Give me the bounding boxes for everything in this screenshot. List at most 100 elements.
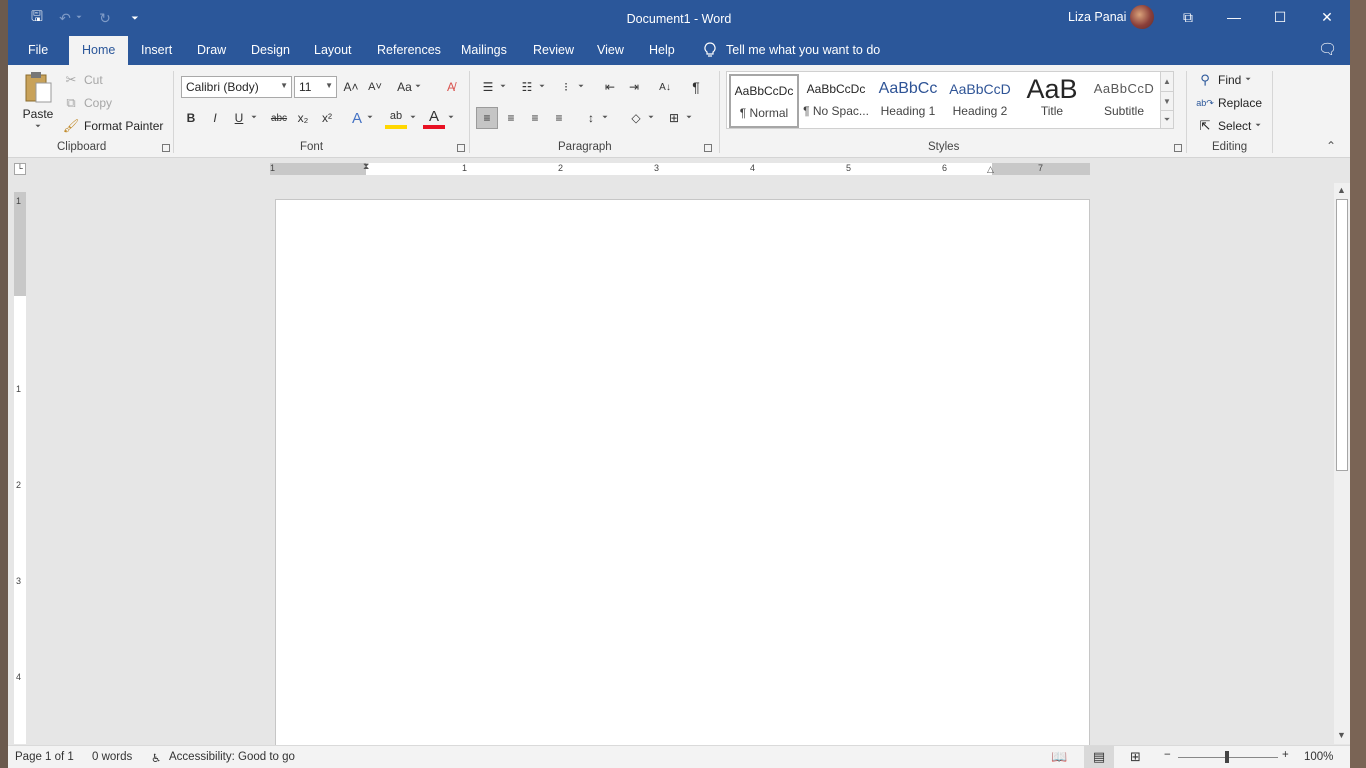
tab-view[interactable]: View	[597, 43, 624, 57]
borders-icon[interactable]: ⊞	[663, 107, 685, 129]
tab-home[interactable]: Home	[69, 36, 129, 65]
bullets-dropdown-icon[interactable]: ⏷	[497, 76, 509, 98]
strikethrough-icon[interactable]: abc	[268, 107, 290, 129]
tab-layout[interactable]: Layout	[314, 43, 352, 57]
style-subtitle[interactable]: AaBbCcD Subtitle	[1089, 74, 1159, 128]
select-button[interactable]: ⇱ Select ⏷	[1196, 117, 1261, 135]
borders-dropdown-icon[interactable]: ⏷	[683, 107, 695, 129]
gallery-down-icon[interactable]: ▼	[1161, 91, 1173, 110]
text-effects-dropdown-icon[interactable]: ⏷	[364, 107, 376, 129]
numbering-icon[interactable]: ☷	[516, 76, 538, 98]
justify-icon[interactable]: ≡	[548, 107, 570, 129]
tab-insert[interactable]: Insert	[141, 43, 172, 57]
font-size-combo[interactable]: 11 ▼	[294, 76, 337, 98]
copy-button[interactable]: ⧉ Copy	[62, 94, 112, 112]
decrease-indent-icon[interactable]: ⇤	[599, 76, 621, 98]
accessibility-status[interactable]: Accessibility: Good to go	[169, 751, 295, 763]
gallery-more-icon[interactable]: ⏷	[1161, 110, 1173, 128]
print-layout-icon[interactable]: ▤	[1084, 746, 1114, 768]
vertical-scrollbar[interactable]: ▲ ▼	[1334, 183, 1350, 744]
style-normal[interactable]: AaBbCcDc ¶ Normal	[729, 74, 799, 128]
ribbon-display-options-icon[interactable]: ⧉	[1165, 0, 1211, 34]
underline-dropdown-icon[interactable]: ⏷	[248, 107, 260, 129]
zoom-level[interactable]: 100%	[1304, 751, 1333, 763]
change-case-icon[interactable]: Aa ⏷	[394, 76, 424, 98]
italic-icon[interactable]: I	[204, 107, 226, 129]
first-line-indent-marker[interactable]: ⧗	[363, 161, 369, 172]
format-painter-button[interactable]: 🖌 Format Painter	[62, 117, 164, 135]
avatar[interactable]	[1130, 5, 1154, 29]
style-heading-2[interactable]: AaBbCcD Heading 2	[945, 74, 1015, 128]
clipboard-launcher-icon[interactable]	[162, 144, 170, 152]
font-launcher-icon[interactable]	[457, 144, 465, 152]
show-formatting-marks-icon[interactable]: ¶	[685, 76, 707, 98]
sort-icon[interactable]: A↓	[654, 76, 676, 98]
tab-draw[interactable]: Draw	[197, 43, 226, 57]
minimize-icon[interactable]: —	[1211, 0, 1257, 34]
right-indent-marker[interactable]: △	[987, 164, 994, 175]
font-name-combo[interactable]: Calibri (Body) ▼	[181, 76, 292, 98]
shading-icon[interactable]: ◇	[625, 107, 647, 129]
tab-review[interactable]: Review	[533, 43, 574, 57]
horizontal-ruler[interactable]: 1 1 2 3 4 5 6 7 ⧗ △	[270, 161, 1090, 175]
ruler-number: 1	[270, 163, 276, 173]
increase-indent-icon[interactable]: ⇥	[623, 76, 645, 98]
underline-icon[interactable]: U	[228, 107, 250, 129]
style-no-spacing[interactable]: AaBbCcDc ¶ No Spac...	[801, 74, 871, 128]
scroll-up-icon[interactable]: ▲	[1337, 185, 1346, 195]
tab-file[interactable]: File	[28, 43, 48, 57]
accessibility-icon[interactable]: ♿	[151, 751, 161, 765]
read-mode-icon[interactable]: 📖	[1051, 749, 1067, 765]
word-count[interactable]: 0 words	[92, 751, 132, 763]
zoom-out-icon[interactable]: −	[1164, 749, 1171, 761]
multilevel-list-icon[interactable]: ⁝	[555, 76, 577, 98]
font-color-icon[interactable]: A	[423, 107, 445, 129]
scrollbar-thumb[interactable]	[1336, 199, 1348, 471]
document-page[interactable]	[275, 199, 1090, 759]
shading-dropdown-icon[interactable]: ⏷	[645, 107, 657, 129]
multilevel-dropdown-icon[interactable]: ⏷	[575, 76, 587, 98]
replace-button[interactable]: ab↷ Replace	[1196, 94, 1262, 112]
cut-button[interactable]: ✂ Cut	[62, 71, 103, 89]
bullets-icon[interactable]: ☰	[477, 76, 499, 98]
paste-button[interactable]: Paste ⏷	[20, 71, 56, 131]
web-layout-icon[interactable]: ⊞	[1130, 749, 1141, 765]
tab-references[interactable]: References	[377, 43, 441, 57]
tab-design[interactable]: Design	[251, 43, 290, 57]
vertical-ruler[interactable]: 1 1 2 3 4	[14, 192, 26, 744]
user-name[interactable]: Liza Panai	[1068, 10, 1126, 24]
tab-help[interactable]: Help	[649, 43, 675, 57]
subscript-icon[interactable]: x₂	[292, 107, 314, 129]
shrink-font-icon[interactable]: A˅	[364, 76, 386, 98]
tab-mailings[interactable]: Mailings	[461, 43, 507, 57]
collapse-ribbon-icon[interactable]: ⌃	[1326, 139, 1336, 153]
page-count[interactable]: Page 1 of 1	[15, 751, 74, 763]
bold-icon[interactable]: B	[180, 107, 202, 129]
font-color-dropdown-icon[interactable]: ⏷	[445, 107, 457, 129]
align-center-icon[interactable]: ≡	[500, 107, 522, 129]
clear-formatting-icon[interactable]: A̸	[440, 76, 462, 98]
line-spacing-dropdown-icon[interactable]: ⏷	[599, 107, 611, 129]
share-comments-icon[interactable]: 🗨	[1318, 40, 1337, 58]
paragraph-launcher-icon[interactable]	[704, 144, 712, 152]
styles-launcher-icon[interactable]	[1174, 144, 1182, 152]
find-button[interactable]: ⚲ Find ⏷	[1196, 71, 1251, 89]
gallery-up-icon[interactable]: ▲	[1161, 72, 1173, 91]
numbering-dropdown-icon[interactable]: ⏷	[536, 76, 548, 98]
scroll-down-icon[interactable]: ▼	[1337, 730, 1346, 740]
maximize-icon[interactable]: ☐	[1257, 0, 1303, 34]
highlight-dropdown-icon[interactable]: ⏷	[407, 107, 419, 129]
tab-selector-icon[interactable]: └	[14, 163, 26, 175]
zoom-slider-thumb[interactable]	[1225, 751, 1229, 763]
style-heading-1[interactable]: AaBbCc Heading 1	[873, 74, 943, 128]
highlight-icon[interactable]: ab	[385, 107, 407, 129]
tell-me-search[interactable]: Tell me what you want to do	[704, 42, 880, 58]
styles-gallery-scroll[interactable]: ▲ ▼ ⏷	[1160, 71, 1174, 129]
superscript-icon[interactable]: x²	[316, 107, 338, 129]
style-title[interactable]: AaB Title	[1017, 74, 1087, 128]
close-icon[interactable]: ✕	[1304, 0, 1350, 34]
align-left-icon[interactable]: ≡	[476, 107, 498, 129]
grow-font-icon[interactable]: A˄	[340, 76, 362, 98]
align-right-icon[interactable]: ≡	[524, 107, 546, 129]
zoom-in-icon[interactable]: +	[1282, 749, 1289, 761]
